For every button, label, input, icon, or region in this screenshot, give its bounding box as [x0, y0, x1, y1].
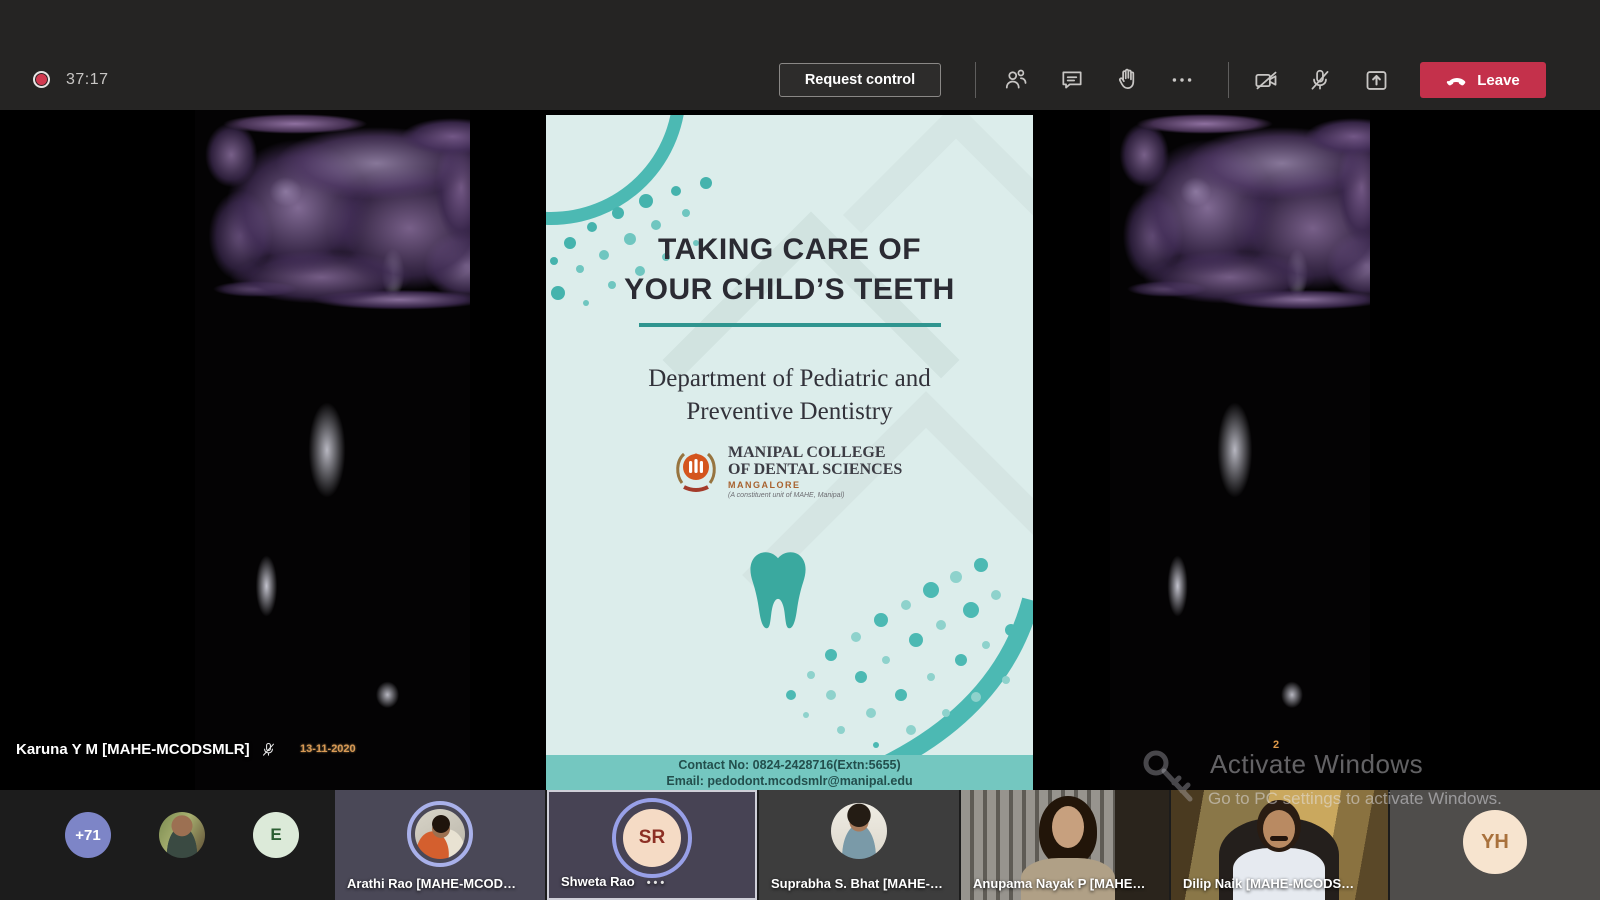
college-name-line2: OF DENTAL SCIENCES: [728, 462, 902, 479]
chat-button[interactable]: [1052, 60, 1092, 100]
participants-button[interactable]: [996, 60, 1036, 100]
participant-tile-anupama[interactable]: Anupama Nayak P [MAHE…: [961, 790, 1169, 900]
mic-off-icon: [1307, 67, 1333, 93]
college-city: MANGALORE: [728, 481, 902, 490]
avatar-initials: SR: [623, 809, 681, 867]
raise-hand-button[interactable]: [1108, 60, 1148, 100]
presenter-video-flowers-right: [1110, 110, 1370, 790]
speaking-ring: SR: [612, 798, 692, 878]
avatar-initials: YH: [1463, 810, 1527, 874]
slide-title-line1: TAKING CARE OF: [546, 233, 1033, 267]
participant-tile-suprabha[interactable]: Suprabha S. Bhat [MAHE-…: [759, 790, 959, 900]
presenter-name-label: Karuna Y M [MAHE-MCODSMLR]: [16, 741, 277, 758]
slide-subtitle-line2: Preventive Dentistry: [546, 398, 1033, 426]
slide-subtitle-line1: Department of Pediatric and: [546, 365, 1033, 393]
hangup-icon: [1446, 69, 1468, 91]
mic-toggle-button[interactable]: [1300, 60, 1340, 100]
participant-name-label: Shweta Rao•••: [561, 874, 667, 889]
participant-tile-dilip[interactable]: Dilip Naik [MAHE-MCODS…: [1171, 790, 1388, 900]
leave-button[interactable]: Leave: [1420, 62, 1546, 98]
participant-avatar-photo[interactable]: [159, 812, 205, 858]
overflow-participants-badge[interactable]: +71: [65, 812, 111, 858]
presenter-name-text: Karuna Y M [MAHE-MCODSMLR]: [16, 741, 250, 758]
people-icon: [1003, 67, 1029, 93]
participant-name-label: Arathi Rao [MAHE-MCOD…: [347, 876, 516, 891]
slide-deco-dots-bottom-right: [771, 545, 1033, 790]
meeting-timer: 37:17: [66, 71, 109, 89]
more-options-button[interactable]: [1162, 60, 1202, 100]
avatar: [415, 809, 465, 859]
shared-presentation-slide: TAKING CARE OF YOUR CHILD’S TEETH Depart…: [546, 115, 1033, 790]
request-control-button[interactable]: Request control: [779, 63, 941, 97]
teams-meeting-window: 37:17 Request control: [0, 0, 1600, 900]
camera-toggle-button[interactable]: [1246, 60, 1286, 100]
participant-video: [1263, 810, 1295, 848]
participant-strip: +71 E Arathi Rao [MAHE-MCOD… SR Shweta R…: [0, 790, 1600, 900]
mic-muted-icon: [260, 741, 277, 758]
share-screen-icon: [1363, 67, 1390, 94]
toolbar-divider: [1228, 62, 1229, 98]
college-note: (A constituent unit of MAHE, Manipal): [728, 492, 902, 499]
slide-contact-line2: Email: pedodont.mcodsmlr@manipal.edu: [546, 774, 1033, 790]
participant-name-label: Suprabha S. Bhat [MAHE-…: [771, 876, 943, 891]
slide-contact-band: Contact No: 0824-2428716(Extn:5655) Emai…: [546, 755, 1033, 790]
participant-tile-arathi[interactable]: Arathi Rao [MAHE-MCOD…: [335, 790, 545, 900]
participant-tile-yh[interactable]: YH: [1390, 790, 1600, 900]
share-screen-button[interactable]: [1356, 60, 1396, 100]
meeting-stage: TAKING CARE OF YOUR CHILD’S TEETH Depart…: [0, 110, 1600, 790]
speaking-ring: [407, 801, 473, 867]
participant-tile-shweta[interactable]: SR Shweta Rao•••: [547, 790, 757, 900]
toolbar-divider: [975, 62, 976, 98]
college-logo-block: MANIPAL COLLEGE OF DENTAL SCIENCES MANGA…: [674, 445, 902, 499]
video-date-stamp: 13-11-2020: [300, 743, 356, 755]
participant-video: [1270, 836, 1288, 841]
slide-title-underline: [639, 323, 941, 327]
camera-off-icon: [1253, 67, 1280, 94]
slide-title-line2: YOUR CHILD’S TEETH: [546, 273, 1033, 307]
leave-label: Leave: [1477, 72, 1520, 89]
slide-contact-line1: Contact No: 0824-2428716(Extn:5655): [546, 758, 1033, 774]
participant-avatar-initial[interactable]: E: [253, 812, 299, 858]
participant-video: [1233, 848, 1325, 900]
meeting-topbar: 37:17 Request control: [0, 0, 1600, 110]
participant-video: [1052, 806, 1084, 848]
avatar: [831, 803, 887, 859]
recording-icon: [33, 71, 50, 88]
manipal-emblem-icon: [674, 445, 718, 495]
chat-icon: [1059, 67, 1085, 93]
raised-hand-icon: [1115, 67, 1141, 93]
more-icon: [1169, 67, 1195, 93]
college-name-line1: MANIPAL COLLEGE: [728, 445, 902, 462]
participant-name-label: Anupama Nayak P [MAHE…: [973, 876, 1145, 891]
tile-more-icon[interactable]: •••: [647, 877, 668, 889]
presenter-video-flowers-left: [195, 110, 470, 790]
participant-name-label: Dilip Naik [MAHE-MCODS…: [1183, 876, 1354, 891]
